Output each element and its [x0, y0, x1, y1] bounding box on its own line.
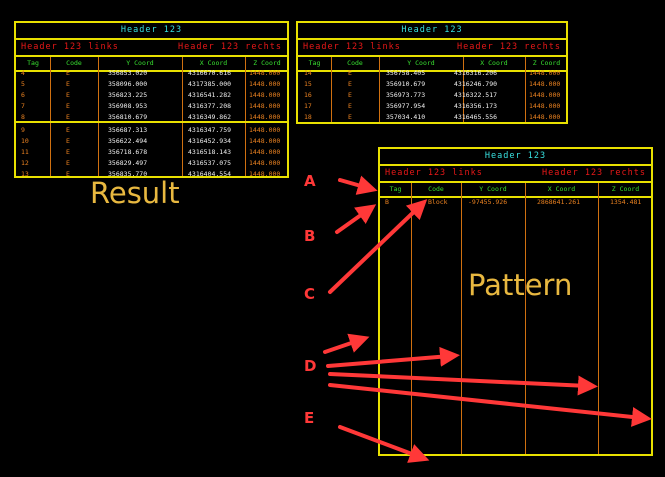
- arrow-e: [338, 425, 430, 463]
- arrow-a: [338, 175, 378, 195]
- marker-d: D: [304, 357, 317, 375]
- arrow-b: [335, 204, 377, 234]
- annotation-arrows: [323, 175, 652, 463]
- marker-b: B: [304, 227, 316, 245]
- arrow-d1: [323, 333, 370, 354]
- arrow-d4: [328, 383, 652, 427]
- marker-a: A: [304, 172, 316, 190]
- marker-e: E: [304, 409, 315, 427]
- arrow-d2: [326, 346, 460, 368]
- marker-c: C: [304, 285, 316, 303]
- arrow-c: [328, 199, 428, 294]
- arrow-d3: [328, 372, 598, 396]
